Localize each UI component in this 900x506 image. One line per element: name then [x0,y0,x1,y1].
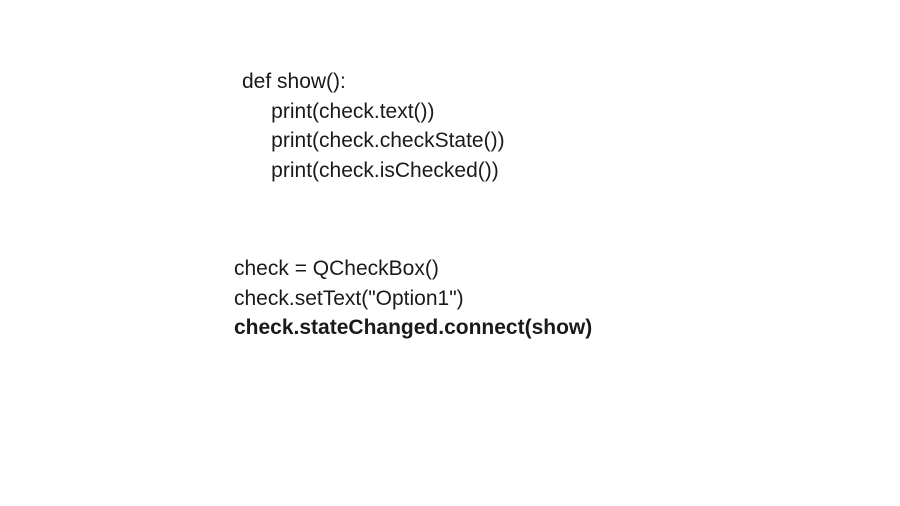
code-block-usage: check = QCheckBox() check.setText("Optio… [234,225,592,343]
code-line: def show(): [242,70,346,93]
code-line: check = QCheckBox() [234,257,439,280]
code-block-function: def show(): print(check.text()) print(ch… [242,38,505,185]
code-line: print(check.isChecked()) [242,159,499,182]
code-line: check.setText("Option1") [234,287,464,310]
code-line-emphasized: check.stateChanged.connect(show) [234,316,592,339]
code-line: print(check.checkState()) [242,129,505,152]
code-line: print(check.text()) [242,100,435,123]
